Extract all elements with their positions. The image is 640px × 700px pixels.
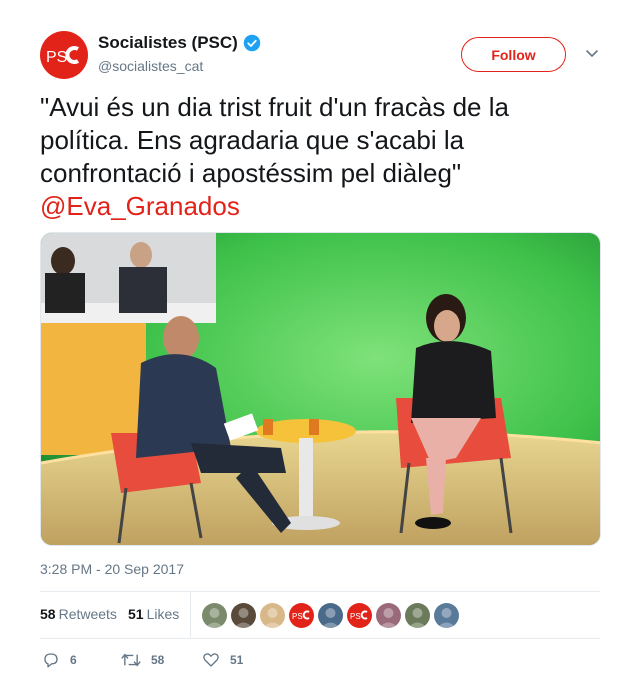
retweets-stat[interactable]: 58 Retweets [40,606,117,622]
liker-avatar[interactable]: PS [347,603,372,628]
liker-avatar[interactable] [260,603,285,628]
liker-avatar[interactable] [231,603,256,628]
reply-icon [44,653,58,668]
user-photo-icon [205,608,224,628]
stats-bottom-divider [40,638,600,639]
like-action[interactable]: 51 [202,651,243,669]
tv-studio-image [41,233,600,545]
mention-link[interactable]: @Eva_Granados [40,191,240,221]
liker-avatar[interactable] [376,603,401,628]
verified-badge-icon [243,34,261,52]
liker-avatar[interactable] [318,603,343,628]
psc-logo-icon: PS [292,610,310,621]
liker-avatar[interactable] [405,603,430,628]
retweet-action[interactable]: 58 [121,651,164,669]
user-photo-icon [379,608,398,628]
user-photo-icon [321,608,340,628]
likes-stat-label: Likes [146,606,180,622]
account-avatar[interactable]: PS [40,31,88,79]
stats-vertical-divider [190,592,191,638]
user-photo-icon [234,608,253,628]
account-name-row: Socialistes (PSC) [98,33,261,53]
svg-text:PS: PS [350,612,361,621]
reply-count: 6 [70,653,77,667]
likes-stat-count: 51 [128,606,144,622]
svg-text:PS: PS [292,612,303,621]
like-count: 51 [230,653,244,667]
psc-logo-icon: PS [46,46,80,66]
retweet-count: 58 [151,653,165,667]
tweet-media-photo[interactable] [40,232,601,546]
liker-avatar[interactable] [434,603,459,628]
stats-top-divider [40,591,600,592]
user-photo-icon [437,608,456,628]
chevron-down-icon[interactable] [585,46,599,60]
liker-avatar[interactable] [202,603,227,628]
tweet-body: "Avui és un dia trist fruit d'un fracàs … [40,92,509,188]
user-photo-icon [408,608,427,628]
retweets-stat-label: Retweets [58,606,117,622]
reply-action[interactable]: 6 [42,651,77,669]
follow-button[interactable]: Follow [461,37,566,72]
psc-logo-icon: PS [350,610,368,621]
heart-icon [203,653,219,667]
retweet-icon [121,653,141,667]
svg-text:PS: PS [46,49,67,66]
likes-stat[interactable]: 51 Likes [128,606,179,622]
liker-avatars: PS PS [202,603,463,628]
tweet-timestamp[interactable]: 3:28 PM - 20 Sep 2017 [40,561,184,577]
tweet-text: "Avui és un dia trist fruit d'un fracàs … [40,91,600,223]
user-photo-icon [263,608,282,628]
display-name[interactable]: Socialistes (PSC) [98,33,238,53]
liker-avatar[interactable]: PS [289,603,314,628]
retweets-stat-count: 58 [40,606,56,622]
account-handle[interactable]: @socialistes_cat [98,58,203,74]
